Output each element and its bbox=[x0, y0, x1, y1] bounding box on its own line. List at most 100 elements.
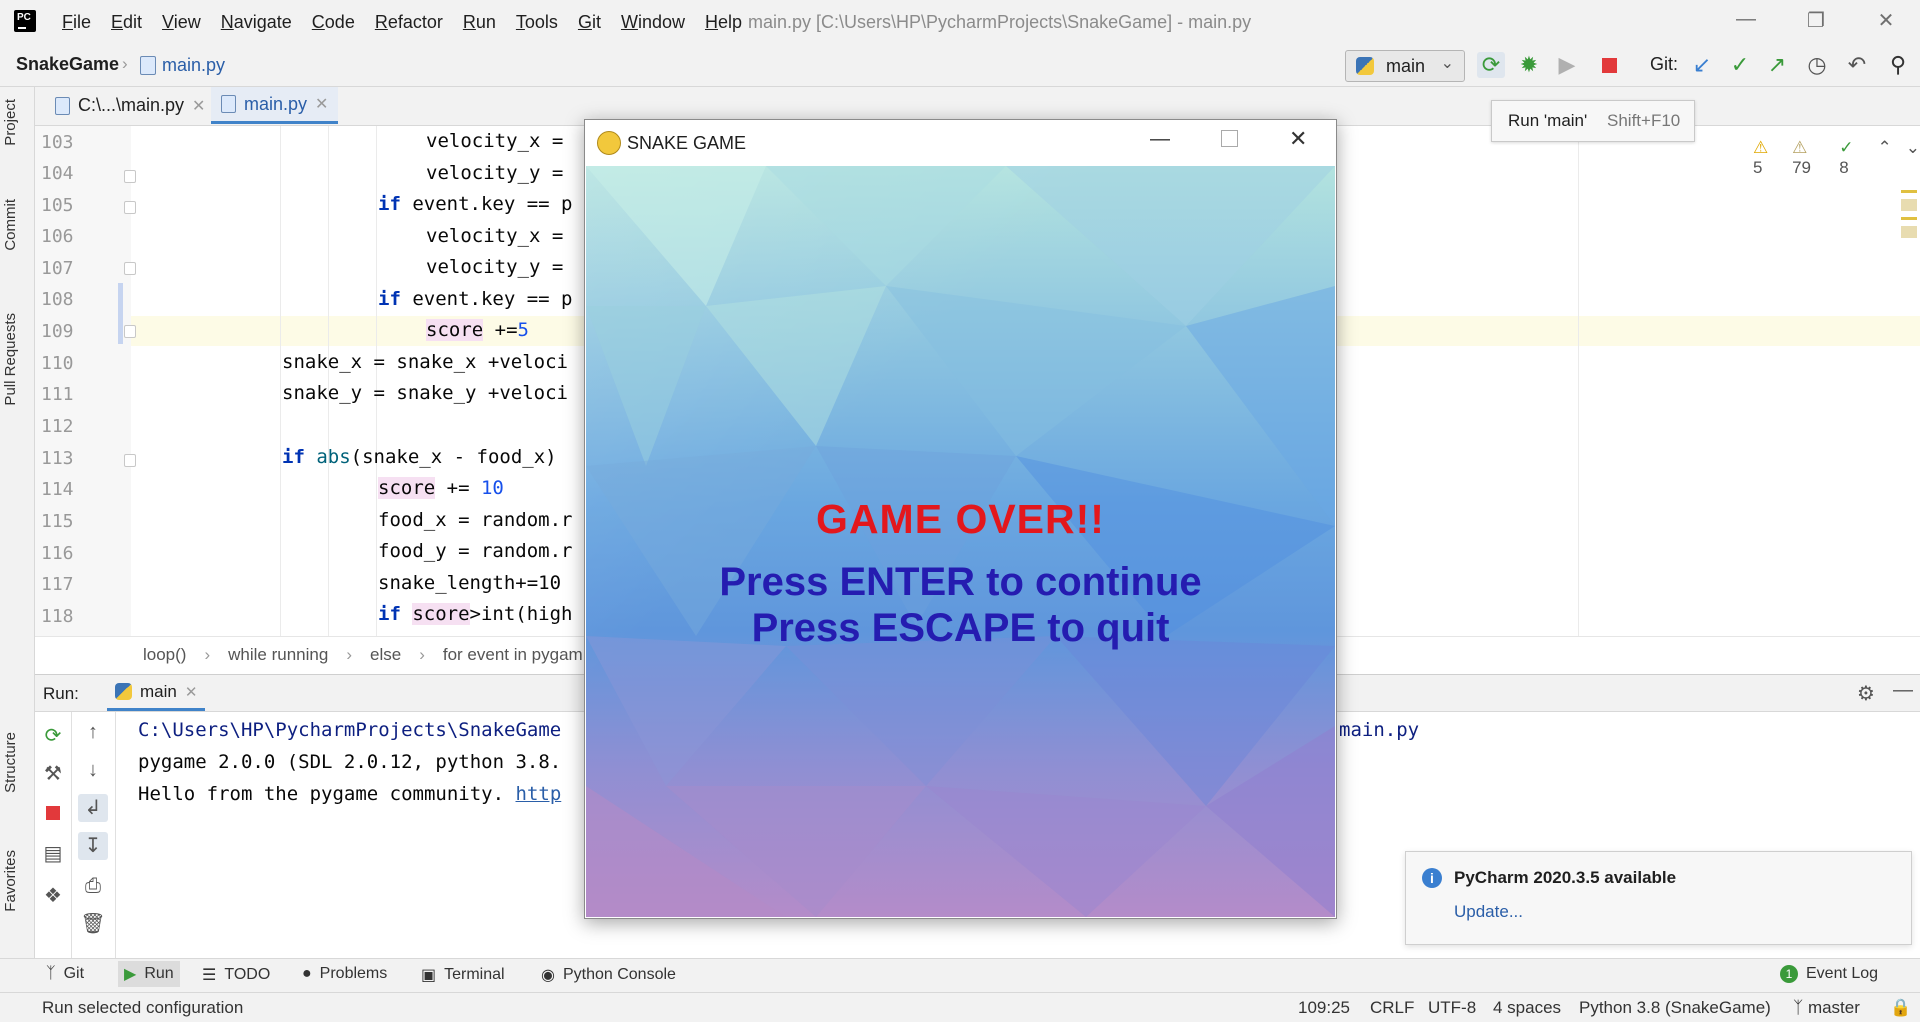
line-number: 111 bbox=[41, 384, 74, 405]
fold-marker-icon[interactable] bbox=[124, 201, 136, 214]
breadcrumb-item[interactable]: while running bbox=[228, 645, 328, 665]
pull-requests-tool-button[interactable]: Pull Requests bbox=[2, 313, 19, 406]
breadcrumb-item[interactable]: else bbox=[370, 645, 401, 665]
todo-tool-button[interactable]: ☰ TODO bbox=[202, 965, 270, 985]
layout-icon[interactable]: ▤ bbox=[38, 840, 68, 868]
menu-tools[interactable]: Tools bbox=[506, 12, 568, 33]
chevron-down-icon[interactable]: ⌄ bbox=[1906, 138, 1920, 178]
run-tool-button[interactable]: ▶ Run bbox=[118, 961, 180, 987]
rollback-icon[interactable]: ↶ bbox=[1843, 52, 1871, 78]
tab-main-active[interactable]: main.py ✕ bbox=[211, 87, 339, 124]
arrow-down-icon[interactable]: ↓ bbox=[78, 756, 108, 784]
gear-icon[interactable]: ⚙ bbox=[1857, 681, 1875, 706]
git-update-icon[interactable]: ↙ bbox=[1688, 52, 1716, 78]
close-icon[interactable]: ✕ bbox=[315, 94, 328, 114]
game-title-bar[interactable]: SNAKE GAME — ✕ bbox=[585, 120, 1336, 166]
menu-file[interactable]: File bbox=[52, 12, 101, 33]
code-line: if event.key == p bbox=[378, 193, 573, 215]
window-title: main.py [C:\Users\HP\PycharmProjects\Sna… bbox=[748, 12, 1252, 32]
print-icon[interactable]: ⎙ bbox=[78, 872, 108, 900]
git-push-icon[interactable]: ↗ bbox=[1763, 52, 1791, 78]
menu-edit[interactable]: Edit bbox=[101, 12, 152, 33]
close-button[interactable]: ✕ bbox=[1289, 126, 1307, 152]
chevron-down-icon: ⌄ bbox=[1440, 55, 1454, 72]
line-number: 109 bbox=[41, 321, 74, 342]
fold-marker-icon[interactable] bbox=[124, 170, 136, 183]
python-icon bbox=[1356, 57, 1374, 75]
structure-tool-button[interactable]: Structure bbox=[2, 732, 19, 793]
terminal-tool-button[interactable]: ▣ Terminal bbox=[421, 965, 505, 985]
menu-bar: File Edit View Navigate Code Refactor Ru… bbox=[52, 0, 752, 44]
trash-icon[interactable]: 🗑 bbox=[78, 910, 108, 938]
python-icon bbox=[115, 683, 132, 700]
stop-button[interactable] bbox=[38, 800, 68, 828]
menu-git[interactable]: Git bbox=[568, 12, 611, 33]
run-tab-main[interactable]: main ✕ bbox=[107, 675, 206, 711]
debug-icon[interactable]: ✹ bbox=[1515, 52, 1543, 78]
menu-view[interactable]: View bbox=[152, 12, 211, 33]
menu-window[interactable]: Window bbox=[611, 12, 695, 33]
lock-icon[interactable]: 🔒 bbox=[1890, 998, 1911, 1018]
hide-icon[interactable]: — bbox=[1893, 679, 1913, 702]
vcs-change-marker bbox=[118, 283, 123, 344]
close-icon[interactable]: ✕ bbox=[192, 96, 205, 116]
fold-marker-icon[interactable] bbox=[124, 325, 136, 338]
soft-wrap-icon[interactable]: ↲ bbox=[78, 794, 108, 822]
warning-count: ⚠ 5 bbox=[1753, 138, 1769, 177]
snake-game-window[interactable]: SNAKE GAME — ✕ GAME OVER!! Press ENTER t… bbox=[584, 119, 1337, 919]
stop-button[interactable] bbox=[1595, 52, 1623, 78]
minimize-button[interactable]: — bbox=[1150, 128, 1170, 151]
menu-run[interactable]: Run bbox=[453, 12, 506, 33]
favorites-tool-button[interactable]: Favorites bbox=[2, 850, 19, 912]
project-tool-button[interactable]: Project bbox=[2, 99, 19, 146]
rerun-icon[interactable]: ⟳ bbox=[38, 722, 68, 750]
python-console-tool-button[interactable]: ◉ Python Console bbox=[541, 965, 676, 985]
file-encoding[interactable]: UTF-8 bbox=[1428, 998, 1476, 1018]
game-canvas[interactable]: GAME OVER!! Press ENTER to continue Pres… bbox=[586, 166, 1335, 917]
restore-button[interactable]: ❐ bbox=[1796, 8, 1836, 36]
search-icon[interactable]: ⚲ bbox=[1884, 52, 1912, 78]
git-branch[interactable]: ᛉ master bbox=[1793, 998, 1860, 1018]
line-separator[interactable]: CRLF bbox=[1370, 998, 1414, 1018]
problems-tool-button[interactable]: ● Problems bbox=[302, 965, 387, 983]
arrow-up-icon[interactable]: ↑ bbox=[78, 718, 108, 746]
output-line: C:\Users\HP\PycharmProjects\SnakeGame bbox=[138, 719, 562, 741]
commit-tool-button[interactable]: Commit bbox=[2, 199, 19, 251]
update-link[interactable]: Update... bbox=[1454, 902, 1523, 922]
git-commit-icon[interactable]: ✓ bbox=[1726, 52, 1754, 78]
event-log-button[interactable]: 1 Event Log bbox=[1780, 965, 1878, 983]
error-stripe[interactable] bbox=[1901, 186, 1917, 326]
warning-icon: ⚠ bbox=[1753, 138, 1769, 157]
wrench-icon[interactable]: ⚒ bbox=[38, 760, 68, 788]
fold-marker-icon[interactable] bbox=[124, 454, 136, 467]
minimize-button[interactable]: — bbox=[1726, 8, 1766, 36]
pin-icon[interactable]: ❖ bbox=[38, 882, 68, 910]
menu-navigate[interactable]: Navigate bbox=[211, 12, 302, 33]
inspection-widget[interactable]: ⚠ 5 ⚠ 79 ✓ 8 ⌃ ⌄ bbox=[1753, 138, 1920, 178]
info-icon: i bbox=[1422, 868, 1442, 888]
menu-refactor[interactable]: Refactor bbox=[365, 12, 453, 33]
indent-setting[interactable]: 4 spaces bbox=[1493, 998, 1561, 1018]
interpreter-selector[interactable]: Python 3.8 (SnakeGame) bbox=[1579, 998, 1771, 1018]
caret-position[interactable]: 109:25 bbox=[1298, 998, 1350, 1018]
scroll-to-end-icon[interactable]: ↧ bbox=[78, 832, 108, 860]
branch-icon: ᛉ bbox=[1793, 998, 1804, 1017]
close-icon[interactable]: ✕ bbox=[185, 683, 198, 701]
coverage-icon[interactable]: ▶ bbox=[1553, 52, 1581, 78]
maximize-button[interactable] bbox=[1221, 130, 1238, 147]
output-link[interactable]: http bbox=[516, 783, 562, 805]
breadcrumb-file[interactable]: main.py bbox=[162, 55, 225, 76]
run-configuration-select[interactable]: main ⌄ bbox=[1345, 50, 1465, 82]
breadcrumb-project[interactable]: SnakeGame bbox=[16, 54, 119, 75]
tab-main-external[interactable]: C:\...\main.py ✕ bbox=[45, 87, 215, 124]
fold-marker-icon[interactable] bbox=[124, 262, 136, 275]
git-tool-button[interactable]: ᛉ Git bbox=[46, 965, 84, 983]
rerun-icon[interactable]: ⟳ bbox=[1477, 52, 1505, 78]
history-icon[interactable]: ◷ bbox=[1803, 52, 1831, 78]
breadcrumb-item[interactable]: loop() bbox=[143, 645, 186, 665]
chevron-up-icon[interactable]: ⌃ bbox=[1878, 138, 1892, 178]
close-button[interactable]: ✕ bbox=[1866, 8, 1906, 36]
breadcrumb-item[interactable]: for event in pygam bbox=[443, 645, 583, 665]
menu-code[interactable]: Code bbox=[302, 12, 365, 33]
menu-help[interactable]: Help bbox=[695, 12, 752, 33]
